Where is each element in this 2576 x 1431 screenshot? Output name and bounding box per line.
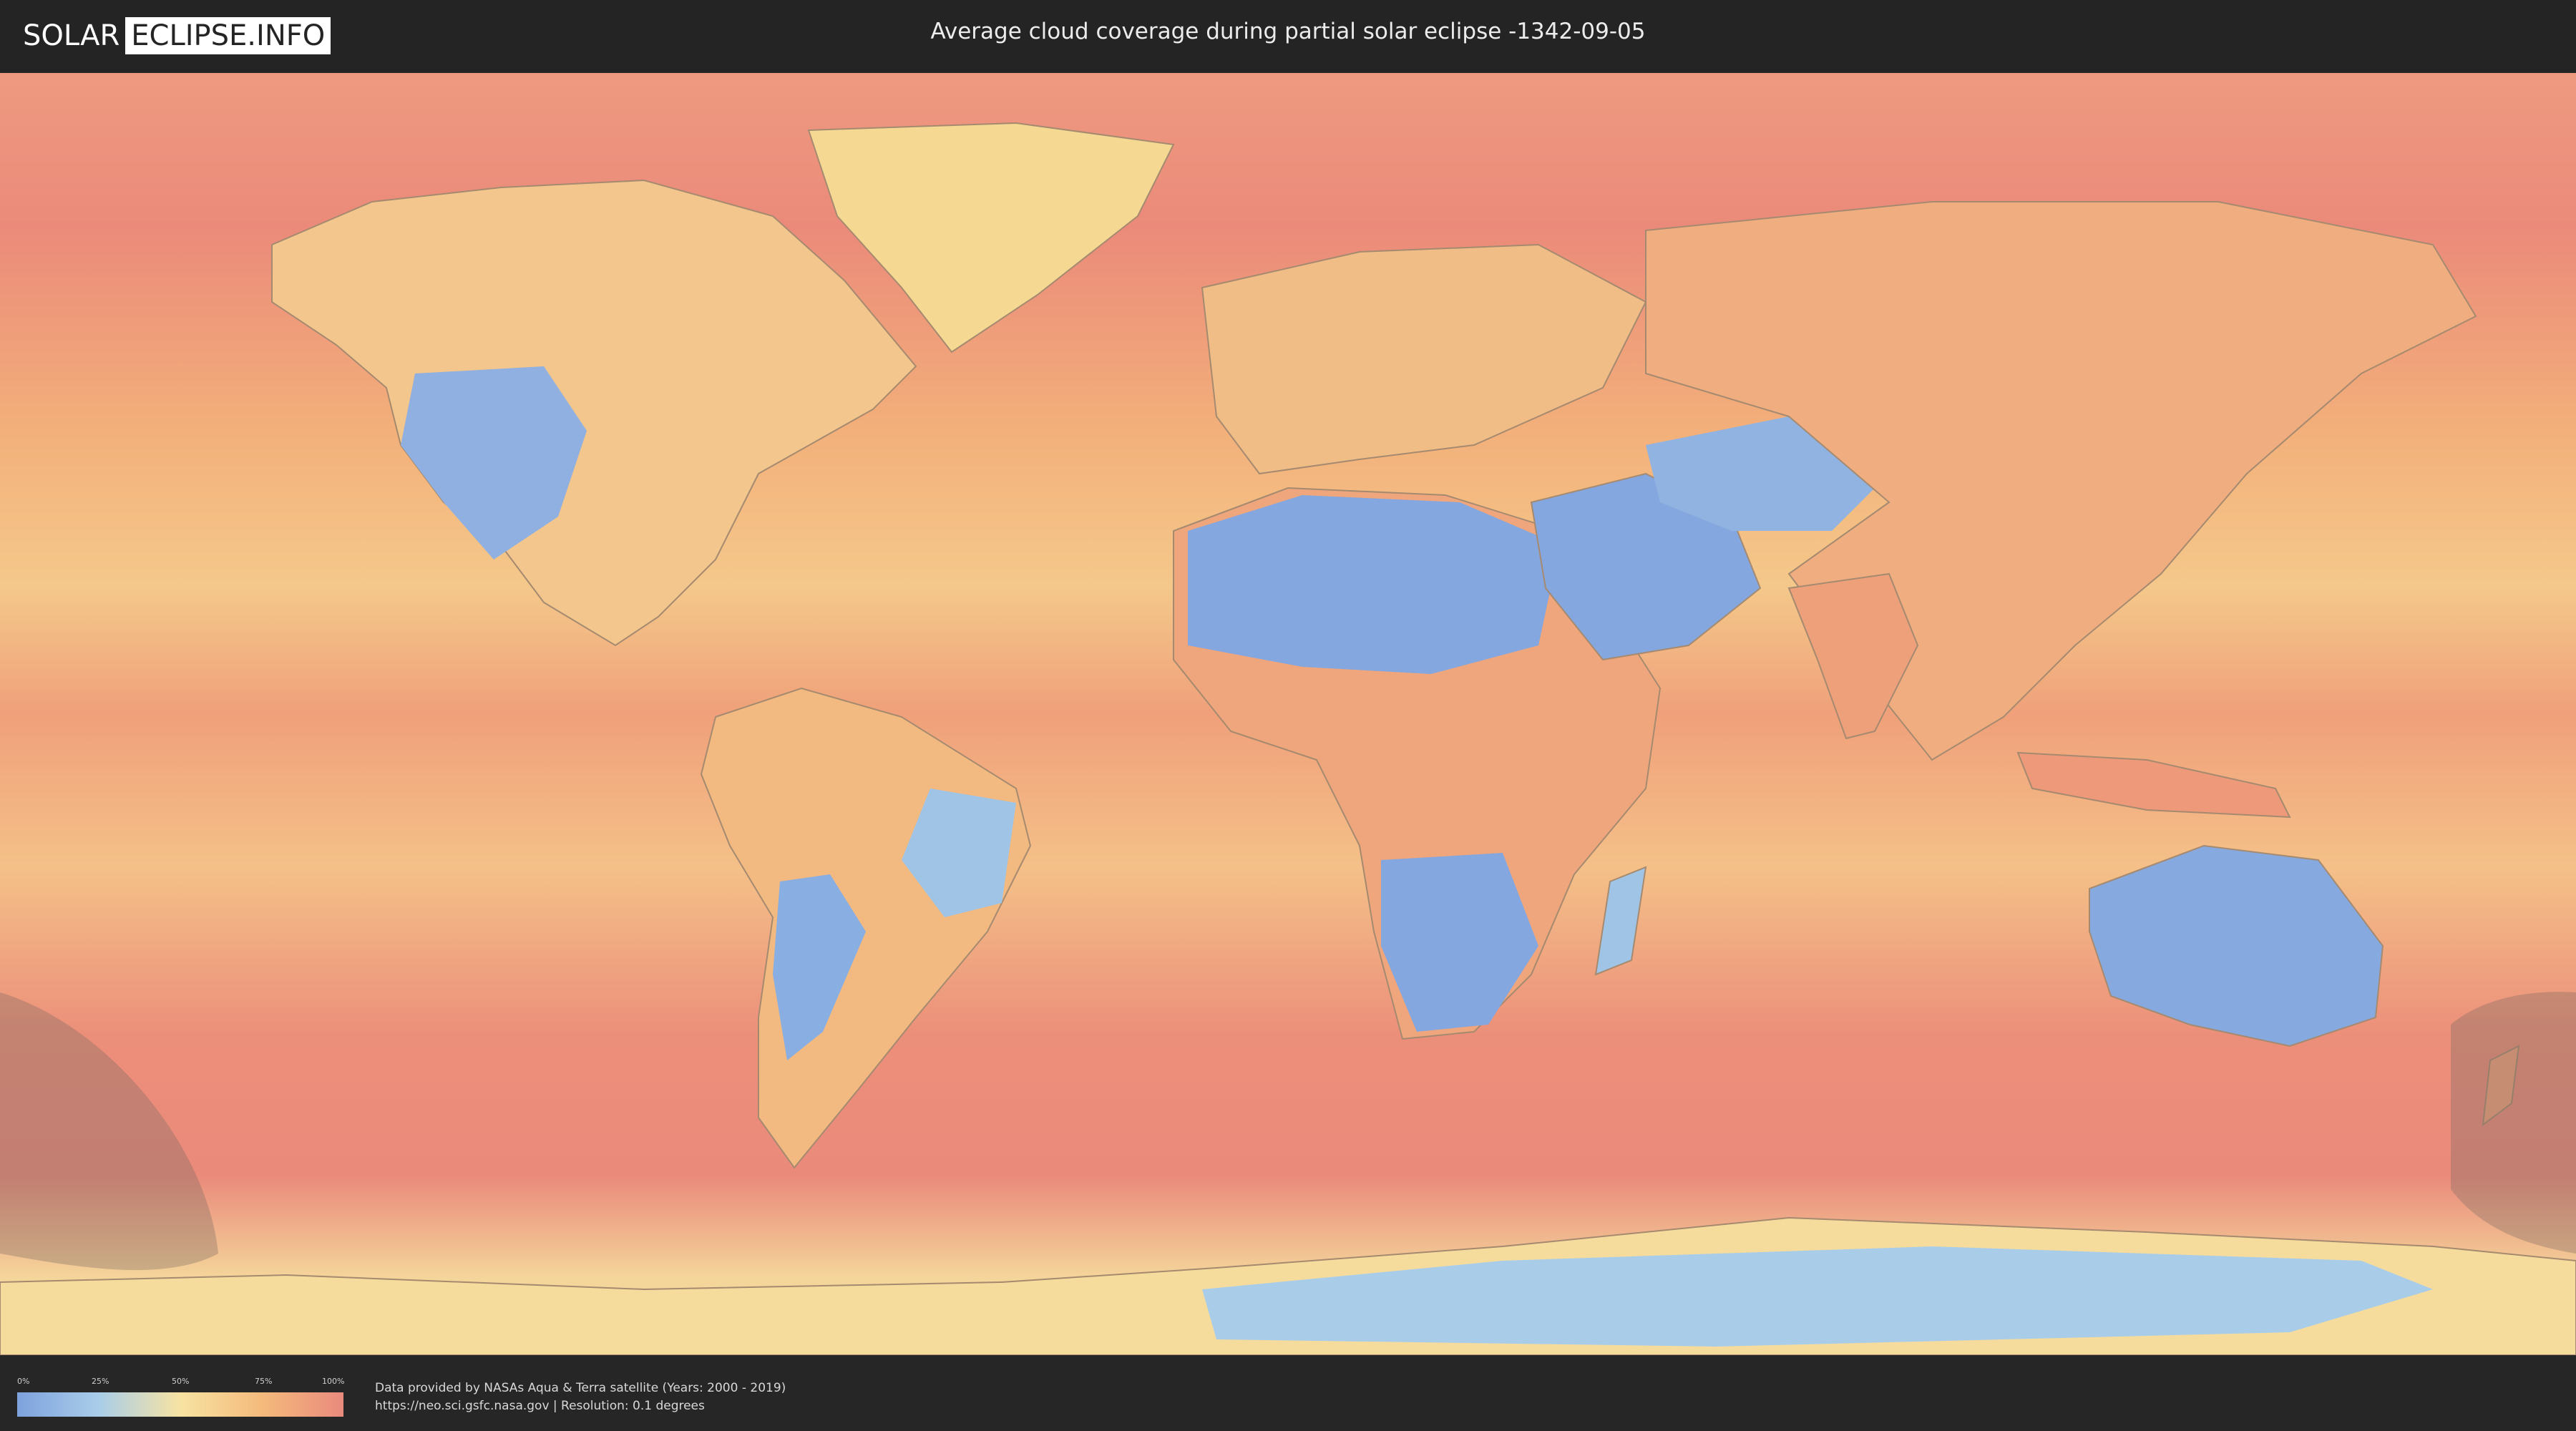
legend-ticks: 0% 25% 50% 75% 100% xyxy=(17,1377,345,1391)
legend-tick-75: 75% xyxy=(255,1377,273,1386)
header-bar: SOLAR ECLIPSE.INFO Average cloud coverag… xyxy=(0,0,2576,72)
page-title: Average cloud coverage during partial so… xyxy=(930,19,1646,44)
land-sahara-dry-region xyxy=(1188,495,1560,674)
legend-tick-0: 0% xyxy=(17,1377,30,1386)
data-credits: Data provided by NASAs Aqua & Terra sate… xyxy=(375,1379,786,1415)
world-map-svg xyxy=(0,73,2576,1355)
legend-tick-25: 25% xyxy=(92,1377,109,1386)
cloud-coverage-legend: 0% 25% 50% 75% 100% xyxy=(17,1377,345,1427)
credits-line-1: Data provided by NASAs Aqua & Terra sate… xyxy=(375,1381,786,1395)
legend-color-bar xyxy=(17,1392,343,1417)
credits-line-2: https://neo.sci.gsfc.nasa.gov | Resoluti… xyxy=(375,1399,705,1413)
cloud-coverage-map xyxy=(0,73,2576,1355)
footer-bar: 0% 25% 50% 75% 100% Data provided by NAS… xyxy=(0,1355,2576,1431)
legend-tick-50: 50% xyxy=(172,1377,190,1386)
legend-tick-100: 100% xyxy=(322,1377,345,1386)
